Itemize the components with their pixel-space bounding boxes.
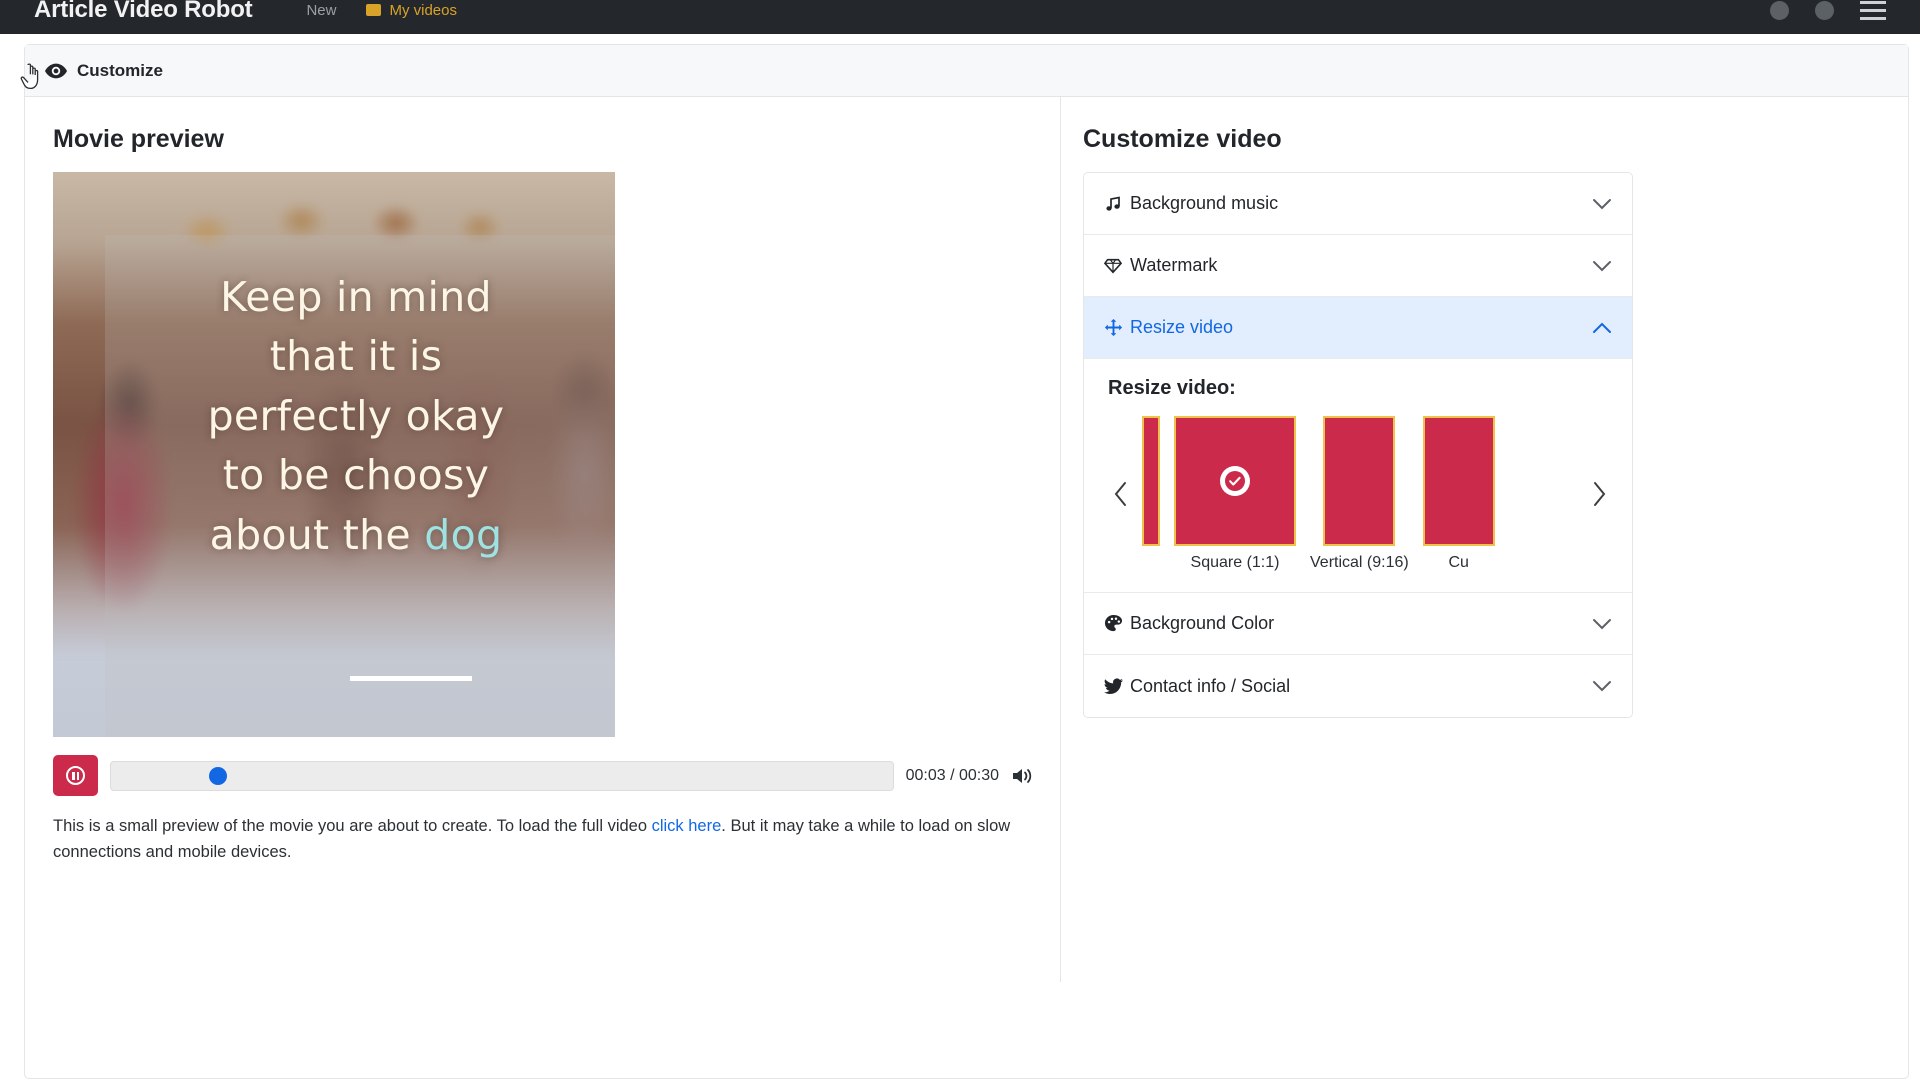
- nav-right-group: [1770, 0, 1886, 20]
- page-title: Movie preview: [53, 125, 224, 153]
- resize-option-story[interactable]: [1142, 416, 1160, 572]
- video-caption-text: Keep in mind that it is perfectly okay t…: [105, 268, 607, 565]
- nav-link-new[interactable]: New: [306, 2, 336, 19]
- resize-thumb[interactable]: [1323, 416, 1396, 546]
- resize-video-panel: Resize video: Square (1:1) Vertical (9:1…: [20, 63, 1632, 593]
- accordion-item-background-color[interactable]: Background Color: [1084, 593, 1632, 655]
- accordion-label: Watermark: [1130, 255, 1218, 275]
- preview-note: This is a small preview of the movie you…: [53, 814, 1035, 865]
- caption-highlight-word: dog: [424, 510, 503, 559]
- twitter-bird-icon: [1104, 677, 1130, 695]
- chevron-left-icon[interactable]: [1108, 481, 1134, 507]
- accordion-label: Resize video: [1130, 317, 1234, 337]
- resize-thumb[interactable]: [1142, 416, 1160, 546]
- nav-links: New My videos: [306, 2, 457, 19]
- resize-option-label: Square (1:1): [1190, 554, 1280, 571]
- movie-preview-column: Movie preview Keep in mind that it is pe…: [25, 97, 1061, 982]
- seek-handle[interactable]: [208, 766, 227, 785]
- chevron-right-icon[interactable]: [20, 63, 1612, 507]
- resize-thumb[interactable]: [1174, 416, 1296, 546]
- accordion-item-watermark[interactable]: Watermark: [1084, 235, 1632, 297]
- move-arrows-icon: [1104, 318, 1130, 337]
- eye-icon: [45, 63, 67, 79]
- customize-video-title: Customize video: [1083, 125, 1282, 153]
- folder-icon: [366, 4, 382, 16]
- card-body: Movie preview Keep in mind that it is pe…: [20, 63, 1908, 1077]
- caption-line-3: perfectly okay: [207, 391, 505, 440]
- chevron-down-icon[interactable]: [1592, 618, 1612, 630]
- resize-thumb[interactable]: [1422, 416, 1495, 546]
- caption-line-5: about the dog: [105, 506, 607, 565]
- video-preview[interactable]: Keep in mind that it is perfectly okay t…: [53, 172, 615, 737]
- chevron-down-icon[interactable]: [1592, 198, 1612, 210]
- music-note-icon: [1104, 195, 1130, 213]
- card-header: Customize: [25, 45, 1908, 97]
- customize-accordion: Background music Watermark Resize video …: [20, 63, 1633, 718]
- video-player-controls: 00:03 / 00:30: [53, 755, 1035, 796]
- accordion-label: Contact info / Social: [1130, 675, 1291, 696]
- chevron-down-icon[interactable]: [1592, 680, 1612, 692]
- preview-note-before: This is a small preview of the movie you…: [53, 817, 652, 835]
- brand-logo[interactable]: Article Video Robot: [34, 0, 253, 24]
- help-circle-icon[interactable]: [1770, 0, 1789, 20]
- pause-icon: [66, 766, 85, 785]
- resize-options-track: Square (1:1) Vertical (9:16) Cu: [1142, 416, 1578, 572]
- customize-card: Customize Movie preview Keep in mind tha…: [20, 44, 1909, 1079]
- nav-link-my-videos[interactable]: My videos: [366, 2, 457, 19]
- click-here-link[interactable]: click here: [652, 817, 722, 835]
- volume-icon[interactable]: [1011, 766, 1035, 786]
- resize-option-vertical[interactable]: Vertical (9:16): [1310, 416, 1409, 572]
- time-display: 00:03 / 00:30: [905, 766, 999, 784]
- caption-line-1: Keep in mind: [220, 273, 492, 321]
- check-circle-icon: [1220, 466, 1250, 496]
- caption-line-5-text: about the: [209, 510, 425, 559]
- chevron-down-icon[interactable]: [1592, 260, 1612, 272]
- accordion-label: Background music: [1130, 193, 1279, 213]
- menu-icon[interactable]: [1860, 0, 1886, 20]
- video-inline-progress-bar: [350, 676, 472, 681]
- resize-carousel: Square (1:1) Vertical (9:16) Cu: [20, 63, 1612, 572]
- gem-icon: [1104, 257, 1130, 275]
- accordion-label: Background Color: [1130, 613, 1275, 633]
- customize-video-column: Customize video Background music Waterma…: [20, 63, 1661, 1077]
- nav-link-my-videos-label: My videos: [389, 1, 457, 19]
- pause-button[interactable]: [53, 755, 98, 796]
- palette-icon: [1104, 614, 1130, 633]
- resize-option-label: Cu: [1448, 554, 1469, 571]
- accordion-item-contact-info-social[interactable]: Contact info / Social: [1084, 655, 1632, 717]
- accordion-item-background-music[interactable]: Background music: [1084, 173, 1632, 235]
- card-header-title: Customize: [77, 60, 163, 80]
- accordion-item-resize-video[interactable]: Resize video: [1084, 297, 1632, 359]
- user-circle-icon[interactable]: [1815, 0, 1834, 20]
- resize-option-custom[interactable]: Cu: [1422, 416, 1495, 572]
- seek-slider[interactable]: [110, 760, 894, 791]
- resize-option-square[interactable]: Square (1:1): [1174, 416, 1296, 572]
- top-navbar: Article Video Robot New My videos: [0, 0, 1920, 34]
- resize-panel-title: Resize video:: [1108, 377, 1236, 399]
- resize-option-label: Vertical (9:16): [1310, 554, 1409, 571]
- caption-line-4: to be choosy: [222, 451, 490, 500]
- chevron-up-icon[interactable]: [1592, 322, 1612, 334]
- caption-line-2: that it is: [269, 332, 443, 381]
